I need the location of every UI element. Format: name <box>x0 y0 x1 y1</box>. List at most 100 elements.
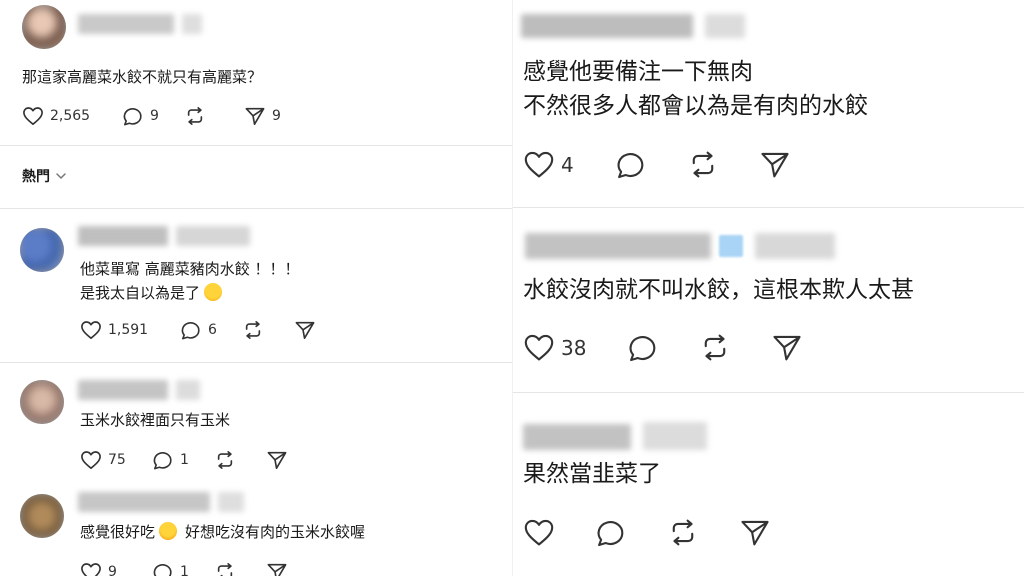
comment-bubble-icon <box>597 521 624 547</box>
repost-icon <box>692 151 714 178</box>
comment-button[interactable] <box>627 333 699 362</box>
comment-button[interactable]: 9 <box>122 106 184 126</box>
reply-item: 感覺很好吃 好想吃沒有肉的玉米水餃喔 9 1 <box>0 486 512 576</box>
share-count: 9 <box>272 108 281 124</box>
share-button[interactable] <box>294 320 316 340</box>
reply-text: 他菜單寫 高麗菜豬肉水餃 ！！！ 是我太自以為是了 <box>80 257 300 305</box>
divider <box>513 392 1024 393</box>
share-button[interactable] <box>739 518 771 547</box>
reply-text: 果然當韭菜了 <box>523 461 661 487</box>
heart-icon <box>524 334 554 361</box>
like-count: 38 <box>561 335 587 360</box>
comment-button[interactable] <box>615 150 687 179</box>
send-icon <box>761 152 789 178</box>
send-icon <box>773 335 801 361</box>
repost-button[interactable] <box>242 320 294 340</box>
like-button[interactable]: 9 <box>80 562 152 576</box>
reply-text: 感覺他要備注一下無肉 不然很多人都會以為是有肉的水餃 <box>523 55 868 123</box>
comment-bubble-icon <box>153 452 172 470</box>
like-count: 4 <box>561 152 574 177</box>
comment-button[interactable]: 1 <box>152 562 214 576</box>
username-blurred[interactable] <box>78 380 168 400</box>
repost-icon <box>187 107 203 125</box>
avatar[interactable] <box>20 380 64 424</box>
username-blurred[interactable] <box>78 14 174 34</box>
username-blurred[interactable] <box>78 226 168 246</box>
avatar[interactable] <box>20 494 64 538</box>
heart-icon <box>23 107 43 125</box>
reply-item: 感覺他要備注一下無肉 不然很多人都會以為是有肉的水餃 4 <box>513 0 1024 200</box>
username-blurred[interactable] <box>78 492 210 512</box>
send-icon <box>245 107 265 125</box>
avatar[interactable] <box>20 228 64 272</box>
reply-item: 他菜單寫 高麗菜豬肉水餃 ！！！ 是我太自以為是了 1,591 6 <box>0 220 512 362</box>
post-text: 那這家高麗菜水餃不就只有高麗菜？ <box>22 68 263 86</box>
repost-icon <box>217 563 233 576</box>
like-button[interactable]: 38 <box>523 333 627 362</box>
verified-badge-icon <box>719 235 743 257</box>
reply-line: 是我太自以為是了 <box>80 284 201 302</box>
heart-icon <box>81 451 101 469</box>
comment-bubble-icon <box>617 153 644 179</box>
timestamp-blurred <box>755 233 835 259</box>
repost-button[interactable] <box>184 106 244 126</box>
username-blurred[interactable] <box>521 14 693 38</box>
repost-button[interactable] <box>214 562 266 576</box>
right-thread-panel: 感覺他要備注一下無肉 不然很多人都會以為是有肉的水餃 4 水餃沒肉就不叫水餃，這… <box>512 0 1024 576</box>
reply-text: 感覺很好吃 好想吃沒有肉的玉米水餃喔 <box>80 520 365 544</box>
sort-dropdown[interactable]: 熱門 <box>22 166 68 186</box>
repost-button[interactable] <box>667 518 739 547</box>
divider <box>0 145 512 146</box>
reply-actions <box>523 518 771 547</box>
comment-bubble-icon <box>181 322 200 340</box>
repost-button[interactable] <box>687 150 759 179</box>
top-post: 那這家高麗菜水餃不就只有高麗菜？ 2,565 9 9 <box>0 0 512 145</box>
comment-button[interactable]: 1 <box>152 450 214 470</box>
repost-icon <box>672 519 694 546</box>
username-blurred[interactable] <box>523 424 631 450</box>
reply-item: 水餃沒肉就不叫水餃，這根本欺人太甚 38 <box>513 215 1024 395</box>
like-button[interactable]: 2,565 <box>22 106 122 126</box>
comment-button[interactable]: 6 <box>180 320 242 340</box>
reply-line: 感覺很好吃 <box>80 523 156 541</box>
reply-line: 好想吃沒有肉的玉米水餃喔 <box>185 523 366 541</box>
comment-count: 9 <box>150 108 159 124</box>
repost-icon <box>217 451 233 469</box>
heart-icon <box>81 321 101 339</box>
send-icon <box>267 451 287 469</box>
heart-icon <box>524 519 554 546</box>
reply-actions: 4 <box>523 150 791 179</box>
share-button[interactable] <box>266 450 288 470</box>
crying-face-emoji-icon <box>204 283 223 301</box>
repost-icon <box>245 321 261 339</box>
left-thread-panel: 那這家高麗菜水餃不就只有高麗菜？ 2,565 9 9 熱門 他菜單寫 高麗菜豬肉… <box>0 0 512 576</box>
comment-count: 1 <box>180 452 189 468</box>
repost-button[interactable] <box>699 333 771 362</box>
like-button[interactable] <box>523 518 595 547</box>
send-icon <box>295 321 315 339</box>
reply-line: 他菜單寫 高麗菜豬肉水餃 ！！！ <box>80 260 300 278</box>
like-count: 2,565 <box>50 108 91 124</box>
timestamp-blurred <box>176 226 250 246</box>
avatar[interactable] <box>22 5 66 49</box>
reply-actions: 9 1 <box>80 562 288 576</box>
chevron-down-icon <box>56 173 66 179</box>
reply-actions: 75 1 <box>80 450 288 470</box>
share-button[interactable] <box>266 562 288 576</box>
like-button[interactable]: 4 <box>523 150 615 179</box>
share-button[interactable]: 9 <box>244 106 281 126</box>
share-button[interactable] <box>771 333 803 362</box>
comment-button[interactable] <box>595 518 667 547</box>
repost-button[interactable] <box>214 450 266 470</box>
like-button[interactable]: 1,591 <box>80 320 180 340</box>
repost-icon <box>704 334 726 361</box>
timestamp-blurred <box>643 422 707 450</box>
divider <box>513 207 1024 208</box>
username-blurred[interactable] <box>525 233 711 259</box>
reply-line: 不然很多人都會以為是有肉的水餃 <box>523 93 868 119</box>
comment-count: 6 <box>208 322 217 338</box>
send-icon <box>267 563 287 576</box>
reply-actions: 1,591 6 <box>80 320 316 340</box>
share-button[interactable] <box>759 150 791 179</box>
like-button[interactable]: 75 <box>80 450 152 470</box>
